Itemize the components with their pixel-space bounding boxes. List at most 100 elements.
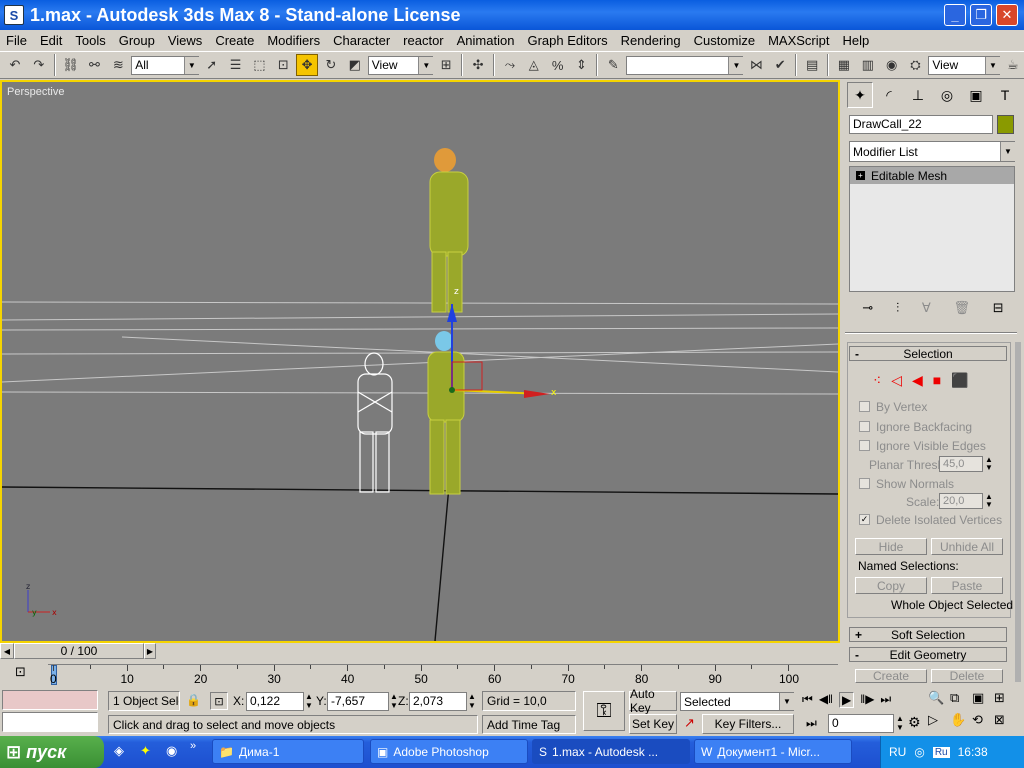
menu-tools[interactable]: Tools [69, 33, 112, 48]
schematic-view-icon[interactable]: ▥ [857, 54, 879, 76]
previous-frame-icon[interactable]: ◀‖ [819, 692, 833, 708]
vertex-icon[interactable]: ⁖ [873, 372, 881, 389]
menu-maxscript[interactable]: MAXScript [762, 33, 836, 48]
named-selection-dropdown[interactable]: ▼ [626, 55, 744, 75]
time-prev-icon[interactable]: ◀ [0, 643, 14, 659]
face-icon[interactable]: ◀ [912, 372, 923, 389]
quick-launch-icon-3[interactable]: ◉ [166, 743, 177, 759]
object-color-swatch[interactable] [997, 115, 1014, 134]
select-and-manipulate-icon[interactable]: ✣ [467, 54, 489, 76]
mirror-icon[interactable]: ⋈ [745, 54, 767, 76]
angle-snap-icon[interactable]: ◬ [523, 54, 545, 76]
material-editor-icon[interactable]: ◉ [881, 54, 903, 76]
default-tangents-icon[interactable]: ↗ [684, 715, 695, 731]
absolute-mode-icon[interactable]: ⊡ [210, 692, 228, 710]
create-tab-icon[interactable]: ✦ [847, 82, 873, 108]
zoom-icon[interactable]: 🔍 [928, 690, 950, 712]
quick-launch-icon-2[interactable]: ✦ [140, 743, 151, 759]
ignore-backfacing-checkbox[interactable] [859, 421, 870, 432]
character-selected[interactable] [427, 331, 465, 495]
soft-selection-rollout-header[interactable]: + Soft Selection [849, 627, 1007, 642]
menu-edit[interactable]: Edit [34, 33, 69, 48]
start-button[interactable]: ⊞ пуск [0, 736, 104, 768]
maximize-viewport-icon[interactable]: ⊠ [994, 712, 1016, 734]
menu-create[interactable]: Create [209, 33, 261, 48]
edit-named-selection-icon[interactable]: ✎ [602, 54, 624, 76]
utilities-tab-icon[interactable]: T [992, 82, 1018, 108]
by-vertex-checkbox[interactable] [859, 401, 870, 412]
set-key-key-icon[interactable]: ⚿ [583, 691, 625, 731]
quick-launch-more-icon[interactable]: » [190, 740, 196, 752]
frame-spinner[interactable]: ▲ ▼ [896, 714, 904, 732]
undo-icon[interactable]: ↶ [4, 54, 26, 76]
perspective-viewport[interactable]: Perspective z x z x y [0, 80, 840, 643]
zoom-all-icon[interactable]: ⧉ [950, 690, 972, 712]
zoom-extents-icon[interactable]: ▣ [972, 690, 994, 712]
hierarchy-tab-icon[interactable]: ⊥ [905, 82, 931, 108]
taskbar-item-word[interactable]: W Документ1 - Micr... [694, 739, 852, 764]
taskbar-item-3dsmax[interactable]: S 1.max - Autodesk ... [532, 739, 690, 764]
make-unique-icon[interactable]: ∀ [922, 300, 931, 316]
quick-render-icon[interactable]: ☕ [1002, 54, 1024, 76]
3dsmax-app-icon[interactable]: S [4, 5, 24, 25]
menu-reactor[interactable]: reactor [397, 33, 450, 48]
maxscript-output-field[interactable] [2, 712, 98, 732]
arc-rotate-icon[interactable]: ⟲ [972, 712, 994, 734]
pan-icon[interactable]: ✋ [950, 712, 972, 734]
modifier-list-dropdown[interactable]: Modifier List ▼ [849, 141, 1015, 162]
render-scene-icon[interactable]: ⛭ [905, 54, 927, 76]
minimize-button[interactable]: _ [944, 4, 966, 26]
planar-thresh-field[interactable]: 45,0 [939, 456, 983, 472]
menu-modifiers[interactable]: Modifiers [261, 33, 327, 48]
taskbar-item-folder[interactable]: 📁 Дима-1 [212, 739, 364, 764]
tray-app-icon[interactable]: ◎ [914, 745, 924, 759]
language-indicator[interactable]: RU [889, 745, 906, 759]
display-tab-icon[interactable]: ▣ [963, 82, 989, 108]
menu-help[interactable]: Help [836, 33, 876, 48]
z-spinner[interactable]: ▲ ▼ [468, 692, 476, 710]
layer-manager-icon[interactable]: ▤ [801, 54, 823, 76]
y-spinner[interactable]: ▲ ▼ [390, 692, 398, 710]
time-next-icon[interactable]: ▶ [144, 643, 156, 659]
time-slider-thumb[interactable]: 0 / 100 [14, 643, 144, 659]
pivot-center-icon[interactable]: ⊞ [435, 54, 457, 76]
edit-geometry-rollout-header[interactable]: - Edit Geometry [849, 647, 1007, 662]
keyboard-layout-icon[interactable]: Ru [932, 746, 950, 758]
reference-coordinate-dropdown[interactable]: View ▼ [367, 55, 434, 75]
menu-rendering[interactable]: Rendering [615, 33, 688, 48]
delete-button[interactable]: Delete [931, 669, 1003, 683]
x-coordinate-field[interactable]: 0,122 [246, 692, 304, 711]
delete-isolated-checkbox[interactable]: ✓ [859, 514, 870, 525]
add-time-tag[interactable]: Add Time Tag [482, 715, 576, 734]
lock-selection-icon[interactable]: 🔒 [186, 693, 201, 707]
command-panel-scrollbar[interactable] [1015, 342, 1021, 682]
menu-character[interactable]: Character [327, 33, 397, 48]
menu-graph-editors[interactable]: Graph Editors [521, 33, 614, 48]
configure-sets-icon[interactable]: ⊟ [993, 300, 1004, 316]
object-name-field[interactable]: DrawCall_22 [849, 115, 993, 134]
hide-button[interactable]: Hide [855, 538, 927, 555]
maxscript-listener-field[interactable] [2, 690, 98, 710]
bind-to-space-warp-icon[interactable]: ≋ [107, 54, 129, 76]
character-wireframe-white[interactable] [357, 352, 393, 493]
auto-key-button[interactable]: Auto Key [629, 687, 677, 715]
time-slider-track[interactable]: ◀ 0 / 100 ▶ [0, 643, 843, 660]
key-filters-button[interactable]: Key Filters... [702, 714, 794, 734]
menu-file[interactable]: File [0, 33, 34, 48]
current-frame-field[interactable]: 0 [828, 714, 894, 733]
pin-stack-icon[interactable]: ⊸ [862, 300, 873, 316]
z-coordinate-field[interactable]: 2,073 [409, 692, 467, 711]
percent-snap-icon[interactable]: % [547, 54, 569, 76]
scale-field[interactable]: 20,0 [939, 493, 983, 509]
scale-spinner[interactable]: ▲ ▼ [985, 493, 993, 509]
edge-icon[interactable]: ◁ [891, 372, 902, 389]
unhide-all-button[interactable]: Unhide All [931, 538, 1003, 555]
y-coordinate-field[interactable]: -7,657 [327, 692, 389, 711]
curve-editor-mini-icon[interactable]: ⊡ [15, 664, 26, 680]
copy-button[interactable]: Copy [855, 577, 927, 594]
select-and-move-icon[interactable]: ✥ [296, 54, 319, 76]
create-button[interactable]: Create [855, 669, 927, 683]
zoom-extents-all-icon[interactable]: ⊞ [994, 690, 1016, 712]
modify-tab-icon[interactable]: ◜ [876, 82, 902, 108]
next-frame-icon[interactable]: ‖▶ [860, 692, 874, 708]
